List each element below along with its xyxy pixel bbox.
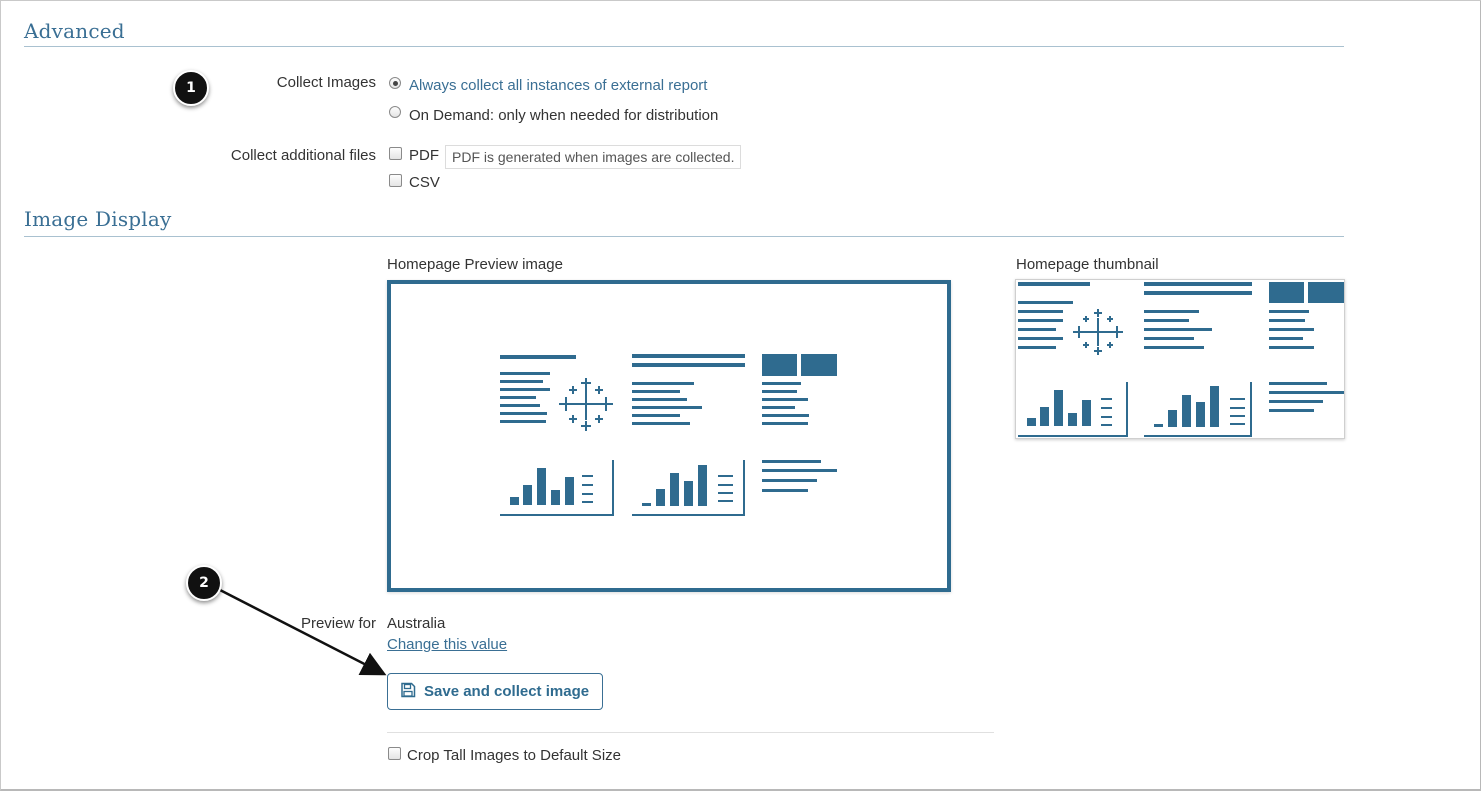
divider <box>387 732 994 733</box>
preview-for-value: Australia <box>387 615 446 632</box>
callout-arrow-overlay <box>219 588 387 676</box>
crop-tall-images-label[interactable]: Crop Tall Images to Default Size <box>407 747 621 764</box>
preview-for-label: Preview for <box>300 615 376 632</box>
crop-tall-images-checkbox[interactable] <box>388 747 401 760</box>
callout-badge-2: 2 <box>186 565 222 601</box>
save-and-collect-label: Save and collect image <box>424 683 590 700</box>
floppy-disk-icon <box>400 682 416 702</box>
save-and-collect-button[interactable]: Save and collect image <box>387 673 603 710</box>
change-value-link[interactable]: Change this value <box>387 636 507 653</box>
